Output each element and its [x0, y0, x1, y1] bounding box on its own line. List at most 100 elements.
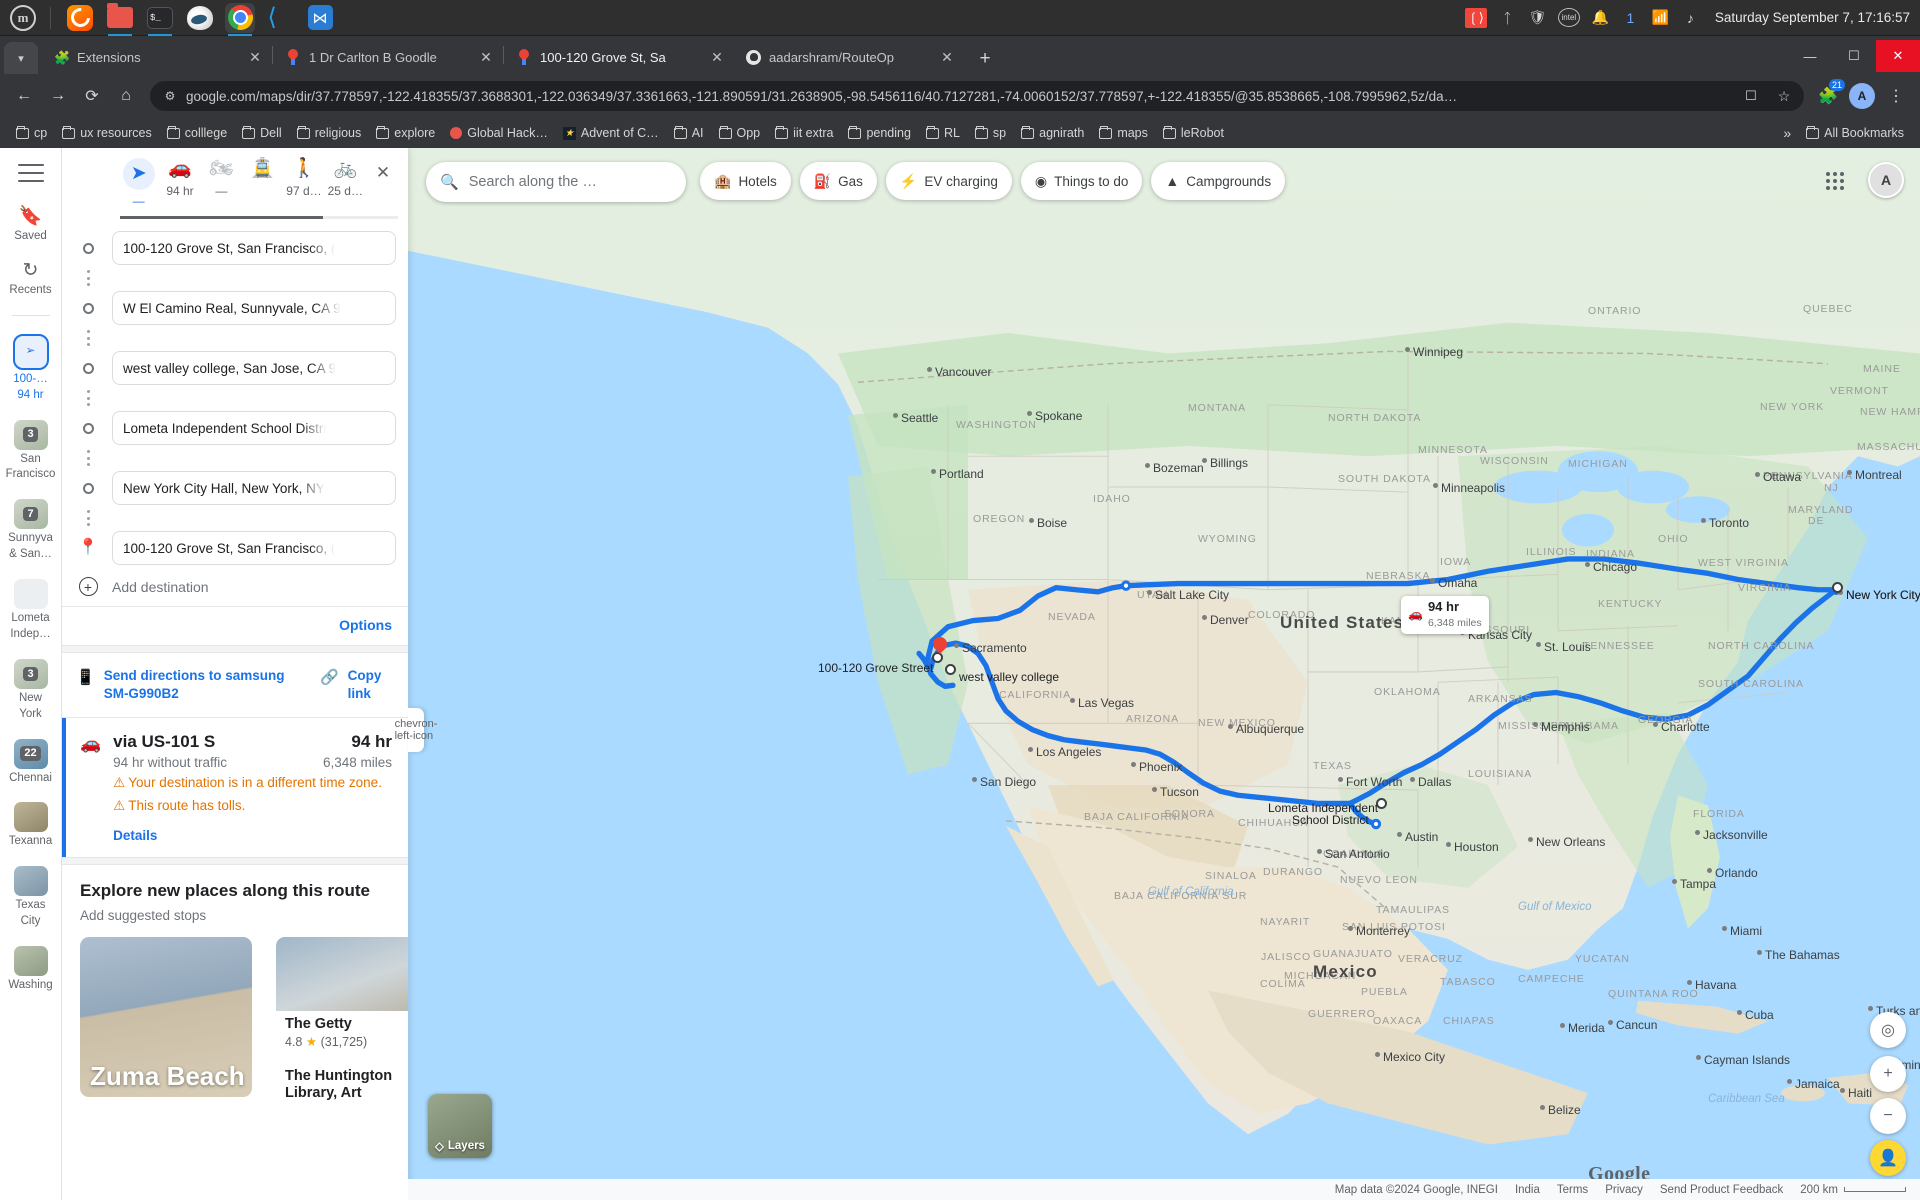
map-city-label[interactable]: Spokane	[1035, 409, 1082, 423]
map-city-label[interactable]: Sacramento	[962, 641, 1027, 655]
sidebar-item-texanna[interactable]: Texanna	[0, 793, 61, 857]
route-result-card[interactable]: 🚗 via US-101 S 94 hr 94 hr without traff…	[62, 718, 408, 857]
search-along-route-bar[interactable]: 🔍 Search along the …	[426, 162, 686, 202]
bookmark-ux-resources[interactable]: ux resources	[56, 123, 158, 143]
sidebar-item-saved[interactable]: 🔖 Saved	[0, 198, 61, 252]
google-apps-icon[interactable]	[1818, 164, 1852, 198]
sidebar-item-new-york[interactable]: 3 New York	[0, 650, 61, 730]
bookmark-global-hack[interactable]: Global Hack…	[444, 123, 554, 143]
map-city-label[interactable]: Portland	[939, 467, 984, 481]
new-tab-button[interactable]: +	[970, 44, 1000, 74]
waypoint-row-4[interactable]: New York City Hall, New York, NY	[76, 469, 396, 507]
zoom-out-button[interactable]: −	[1870, 1098, 1906, 1134]
map-city-label[interactable]: Memphis	[1541, 720, 1590, 734]
map-city-label[interactable]: Mexico City	[1383, 1050, 1445, 1064]
bookmark-explore[interactable]: explore	[370, 123, 441, 143]
map-city-label[interactable]: Minneapolis	[1441, 481, 1505, 495]
layers-button[interactable]: ◇ Layers	[428, 1094, 492, 1158]
back-icon[interactable]: ←	[8, 80, 40, 112]
map-place-label[interactable]: School District	[1292, 813, 1369, 827]
visual-studio-icon[interactable]: ⋈	[305, 3, 335, 33]
map-city-label[interactable]: Albuquerque	[1236, 722, 1304, 736]
waypoint-input-0[interactable]: 100-120 Grove St, San Francisco, (	[112, 231, 396, 265]
vscode-icon[interactable]: ⟨	[265, 3, 295, 33]
sidebar-item-active-trip[interactable]: ➢ 100-… 94 hr	[0, 325, 61, 411]
browser-tab-extensions[interactable]: 🧩 Extensions ✕	[42, 40, 272, 74]
linux-mint-menu-icon[interactable]: m	[10, 4, 36, 31]
map-city-label[interactable]: Miami	[1730, 924, 1762, 938]
map-city-label[interactable]: Seattle	[901, 411, 938, 425]
map-city-label[interactable]: Las Vegas	[1078, 696, 1134, 710]
map-city-label[interactable]: Salt Lake City	[1155, 588, 1229, 602]
explore-card-huntington[interactable]: The Huntington Library, Art	[276, 1063, 408, 1110]
waypoint-marker-grove-st[interactable]	[932, 652, 943, 663]
waypoint-input-3[interactable]: Lometa Independent School Distri	[112, 411, 396, 445]
waypoint-input-2[interactable]: west valley college, San Jose, CA 9	[112, 351, 396, 385]
map-place-label[interactable]: 100-120 Grove Street	[818, 661, 933, 675]
bookmark-opp[interactable]: Opp	[713, 123, 767, 143]
firefox-icon[interactable]	[65, 3, 95, 33]
browser-tab-routeop[interactable]: aadarshram/RouteOp ✕	[734, 40, 964, 74]
bookmark-agnirath[interactable]: agnirath	[1015, 123, 1090, 143]
wifi-icon[interactable]: 📶	[1651, 8, 1670, 27]
bookmark-rl[interactable]: RL	[920, 123, 966, 143]
map-city-label[interactable]: Cuba	[1745, 1008, 1774, 1022]
pegman-icon[interactable]: 👤	[1870, 1140, 1906, 1176]
account-avatar[interactable]: A	[1868, 162, 1904, 198]
sidebar-item-sunnyvale[interactable]: 7 Sunnyva & San…	[0, 490, 61, 570]
bookmark-ai[interactable]: AI	[668, 123, 710, 143]
tab-motorcycle[interactable]: 🏍 —	[201, 158, 242, 206]
map-city-label[interactable]: Vancouver	[935, 365, 991, 379]
puzzle-icon[interactable]: 🧩 21	[1812, 79, 1845, 112]
map-city-label[interactable]: Denver	[1210, 613, 1249, 627]
files-icon[interactable]	[105, 3, 135, 36]
map-city-label[interactable]: Houston	[1454, 840, 1499, 854]
clock[interactable]: Saturday September 7, 17:16:57	[1715, 10, 1910, 25]
bluetooth-icon[interactable]: ᛏ	[1498, 8, 1517, 27]
intel-icon[interactable]: intel	[1557, 8, 1580, 27]
sync-icon[interactable]: ❲⟩	[1464, 7, 1487, 28]
map-city-label[interactable]: San Diego	[980, 775, 1036, 789]
sidebar-item-texas-city[interactable]: Texas City	[0, 857, 61, 937]
volume-icon[interactable]: ♪	[1681, 8, 1700, 27]
bookmark-cp[interactable]: cp	[10, 123, 53, 143]
chip-things-to-do[interactable]: ◉ Things to do	[1020, 162, 1143, 200]
tab-transit[interactable]: 🚊	[242, 158, 283, 192]
gimp-icon[interactable]	[185, 3, 215, 33]
map-city-label[interactable]: Monterrey	[1356, 924, 1410, 938]
map-city-label[interactable]: Cancun	[1616, 1018, 1657, 1032]
all-bookmarks-button[interactable]: All Bookmarks	[1800, 123, 1910, 143]
waypoint-input-5[interactable]: 100-120 Grove St, San Francisco, (	[112, 531, 396, 565]
tab-driving[interactable]: 🚗 94 hr	[159, 158, 200, 206]
waypoint-row-2[interactable]: west valley college, San Jose, CA 9	[76, 349, 396, 387]
map-city-label[interactable]: San Antonio	[1325, 847, 1390, 861]
kebab-menu-icon[interactable]: ⋮	[1880, 80, 1912, 112]
chip-hotels[interactable]: 🏨 Hotels	[700, 162, 791, 200]
hamburger-icon[interactable]	[17, 164, 44, 182]
sidebar-item-washington[interactable]: Washing	[0, 937, 61, 1001]
zoom-in-button[interactable]: +	[1870, 1056, 1906, 1092]
footer-link-privacy[interactable]: Privacy	[1605, 1184, 1643, 1196]
notification-icon[interactable]: 🔔	[1591, 8, 1610, 27]
map-city-label[interactable]: Tampa	[1680, 877, 1716, 891]
sidebar-item-chennai[interactable]: 22 Chennai	[0, 730, 61, 794]
map-city-label[interactable]: Austin	[1405, 830, 1438, 844]
reload-icon[interactable]: ⟳	[76, 80, 108, 112]
bookmark-pending[interactable]: pending	[842, 123, 917, 143]
bookmark-iit-extra[interactable]: iit extra	[769, 123, 839, 143]
map-city-label[interactable]: Chicago	[1593, 560, 1637, 574]
map-city-label[interactable]: Winnipeg	[1413, 345, 1463, 359]
bookmark-colllege[interactable]: colllege	[161, 123, 233, 143]
browser-tab-dr-carlton[interactable]: 1 Dr Carlton B Goodle ✕	[273, 40, 503, 74]
explore-card-zuma-beach[interactable]: Zuma Beach	[80, 936, 252, 1097]
chip-gas[interactable]: ⛽ Gas	[799, 162, 877, 200]
browser-tab-grove-st[interactable]: 100-120 Grove St, Sa ✕	[504, 40, 734, 74]
bookmark-advent-of-code[interactable]: ★ Advent of C…	[557, 123, 665, 143]
map-city-label[interactable]: Montreal	[1855, 468, 1902, 482]
map-city-label[interactable]: New Orleans	[1536, 835, 1605, 849]
maximize-button[interactable]: ☐	[1832, 40, 1876, 72]
waypoint-row-origin[interactable]: 100-120 Grove St, San Francisco, (	[76, 229, 396, 267]
map-city-label[interactable]: Los Angeles	[1036, 745, 1101, 759]
terminal-icon[interactable]: $_	[145, 3, 175, 36]
map-city-label[interactable]: The Bahamas	[1765, 948, 1840, 962]
